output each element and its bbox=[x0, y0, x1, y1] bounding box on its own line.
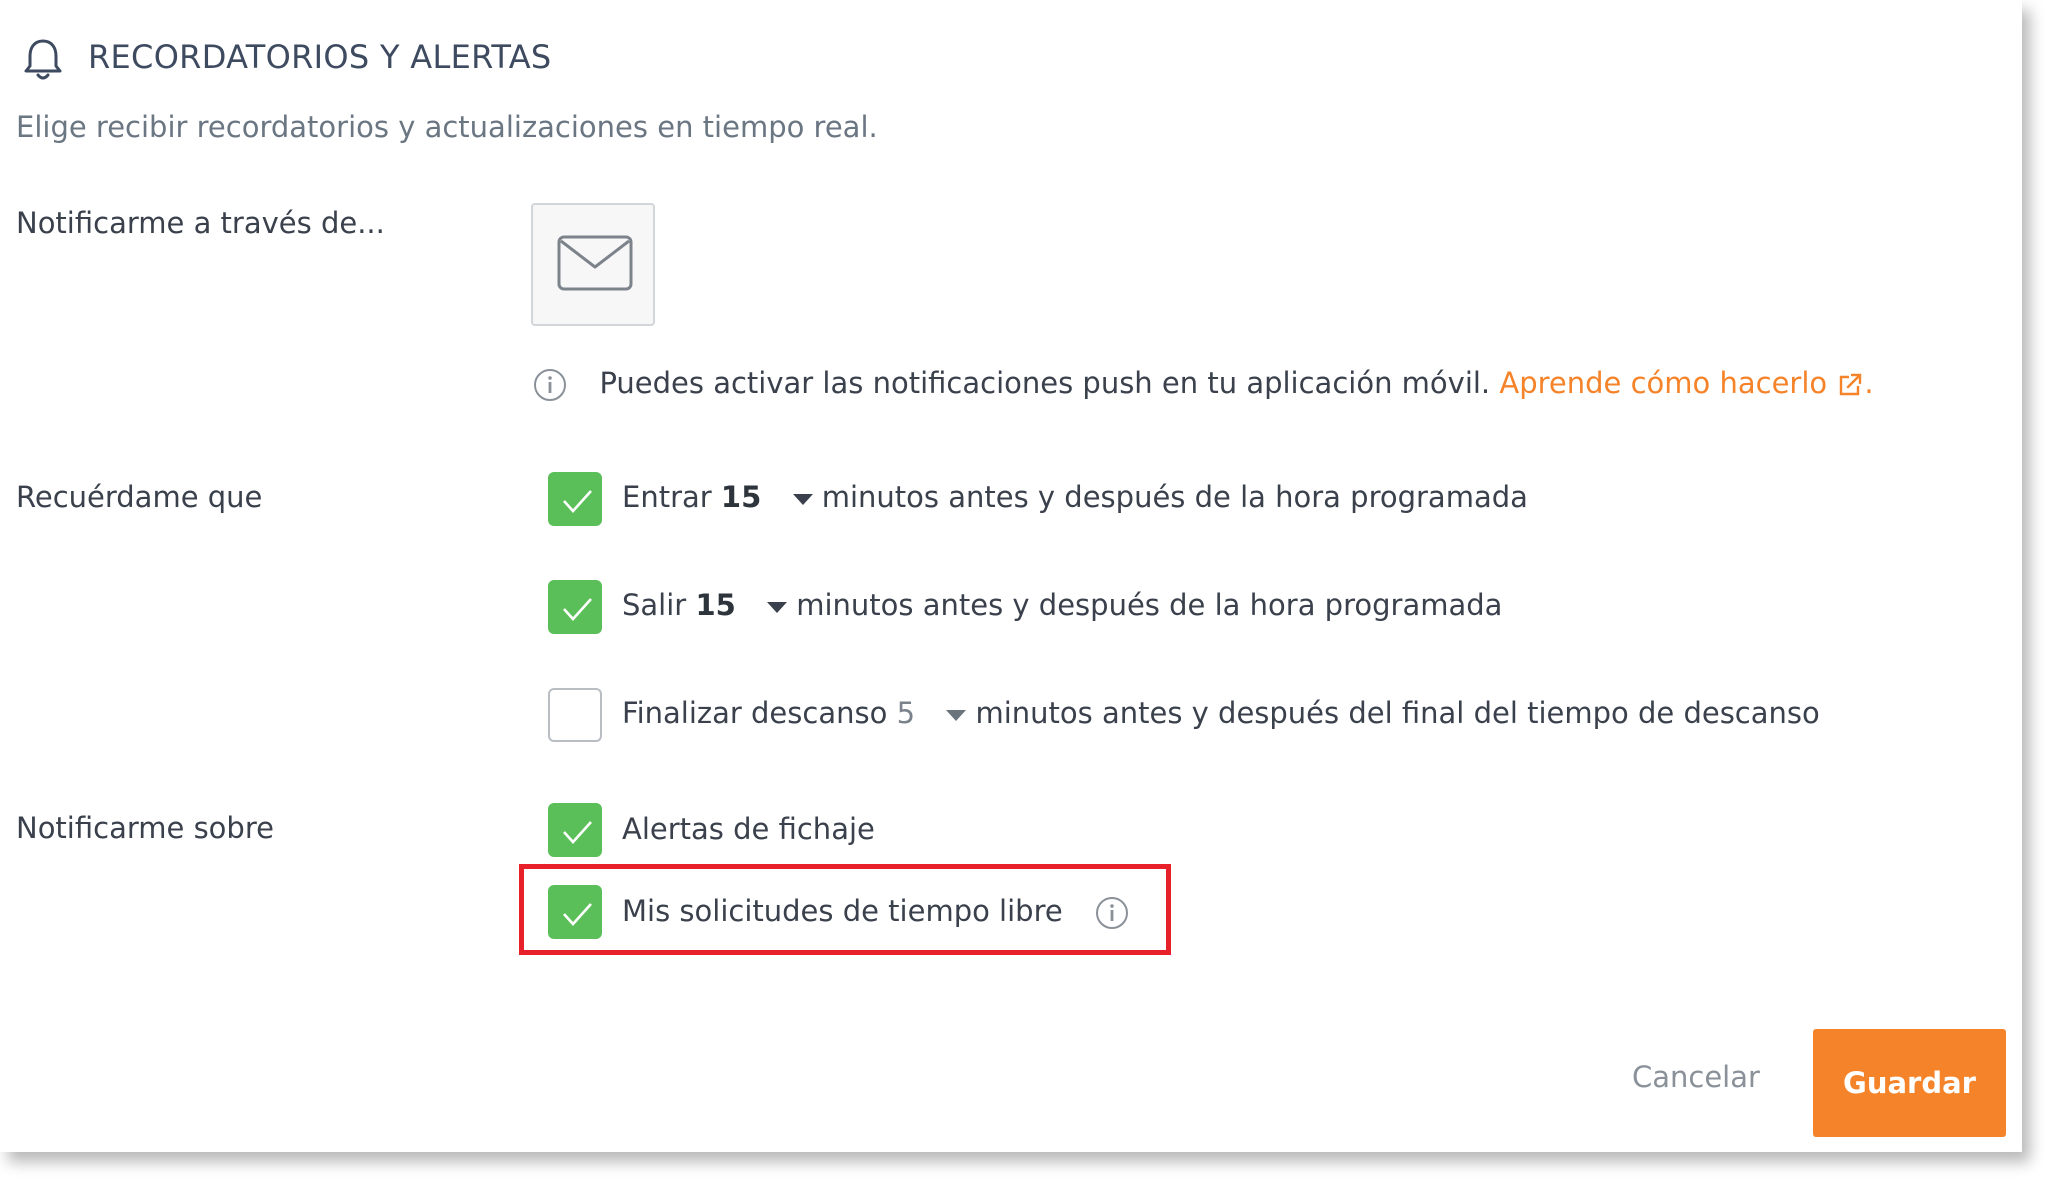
clock-in-suffix: minutos antes y después de la hora progr… bbox=[821, 480, 1528, 514]
end-break-minutes-dropdown[interactable] bbox=[946, 709, 967, 721]
clock-out-reminder-row: Salir 15 minutos antes y después de la h… bbox=[622, 588, 1502, 622]
clock-in-reminder-checkbox[interactable] bbox=[548, 472, 602, 526]
end-break-reminder-row: Finalizar descanso 5 minutos antes y des… bbox=[622, 696, 1820, 730]
clock-in-reminder-row: Entrar 15 minutos antes y después de la … bbox=[622, 480, 1528, 514]
end-break-label: Finalizar descanso bbox=[622, 696, 888, 730]
bell-icon bbox=[24, 39, 62, 80]
clock-in-label: Entrar bbox=[622, 480, 712, 514]
clock-in-minutes-dropdown[interactable] bbox=[792, 493, 813, 505]
reminders-alerts-panel: RECORDATORIOS Y ALERTAS Elige recibir re… bbox=[0, 0, 2022, 1152]
envelope-icon bbox=[557, 235, 633, 291]
push-info-text: Puedes activar las notificaciones push e… bbox=[599, 366, 1491, 400]
external-link-icon bbox=[1840, 373, 1862, 396]
clock-alerts-checkbox[interactable] bbox=[548, 803, 602, 857]
checkmark-icon bbox=[563, 490, 592, 513]
notify-via-label: Notificarme a través de... bbox=[16, 206, 385, 240]
end-break-reminder-checkbox[interactable] bbox=[548, 688, 602, 742]
clock-out-minutes-value[interactable]: 15 bbox=[695, 588, 735, 622]
clock-in-minutes-value[interactable]: 15 bbox=[721, 480, 761, 514]
learn-how-link[interactable]: Aprende cómo hacerlo . bbox=[1499, 366, 1873, 400]
highlight-box bbox=[519, 864, 1171, 955]
section-title: RECORDATORIOS Y ALERTAS bbox=[88, 38, 552, 76]
section-subtitle: Elige recibir recordatorios y actualizac… bbox=[16, 110, 878, 144]
notify-about-label: Notificarme sobre bbox=[16, 811, 274, 845]
end-break-minutes-value[interactable]: 5 bbox=[897, 696, 915, 730]
clock-alerts-label: Alertas de fichaje bbox=[622, 812, 875, 846]
info-icon bbox=[534, 369, 566, 401]
clock-out-label: Salir bbox=[622, 588, 687, 622]
clock-out-minutes-dropdown[interactable] bbox=[767, 601, 788, 613]
cancel-button[interactable]: Cancelar bbox=[1632, 1060, 1760, 1094]
end-break-suffix: minutos antes y después del final del ti… bbox=[975, 696, 1820, 730]
checkmark-icon bbox=[563, 821, 592, 844]
clock-out-reminder-checkbox[interactable] bbox=[548, 580, 602, 634]
push-info-row: Puedes activar las notificaciones push e… bbox=[533, 366, 1874, 402]
email-channel-toggle[interactable] bbox=[531, 203, 655, 326]
checkmark-icon bbox=[563, 598, 592, 621]
save-button[interactable]: Guardar bbox=[1813, 1029, 2006, 1137]
clock-out-suffix: minutos antes y después de la hora progr… bbox=[796, 588, 1503, 622]
remind-me-label: Recuérdame que bbox=[16, 480, 263, 514]
